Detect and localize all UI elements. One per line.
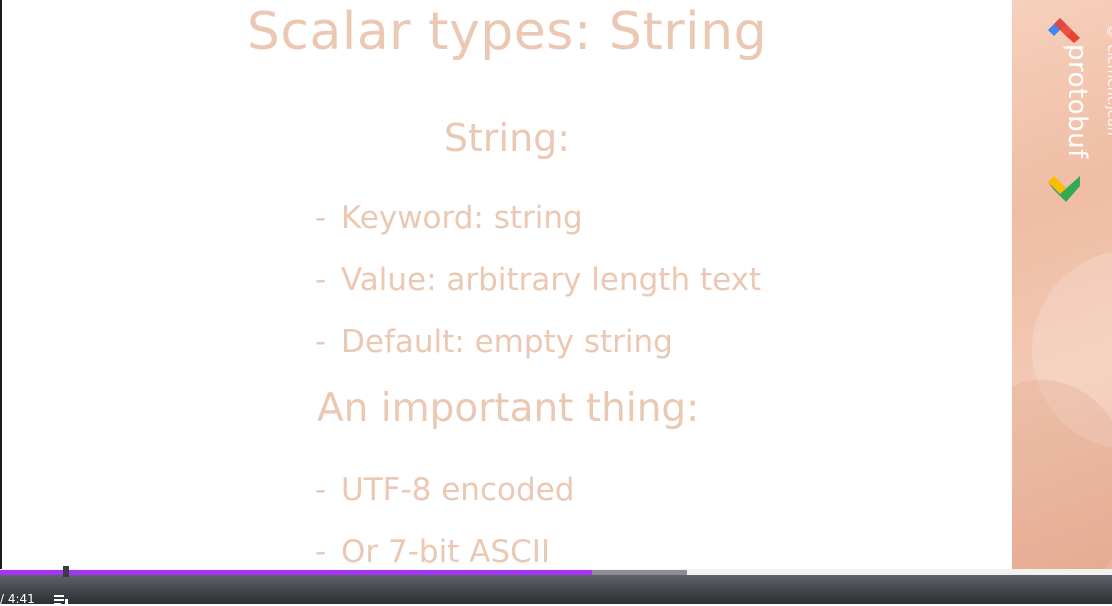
bullet-dash: - xyxy=(315,324,327,360)
slide-title: Scalar types: String xyxy=(246,2,768,62)
bullet-keyword: - Keyword: string xyxy=(315,200,583,236)
slide-subheading: String: xyxy=(443,116,571,160)
bullet-utf8: - UTF-8 encoded xyxy=(315,472,574,508)
control-bar: / 4:41 xyxy=(0,575,1112,606)
bullet-dash: - xyxy=(315,472,327,508)
copyright-notice: © clement.jean xyxy=(1104,24,1112,136)
bullet-text: Or 7-bit ASCII xyxy=(341,534,551,570)
bullet-default: - Default: empty string xyxy=(315,324,673,360)
video-player-controls: / 4:41 xyxy=(0,566,1112,606)
bullet-text: Default: empty string xyxy=(341,324,673,360)
bullet-value: - Value: arbitrary length text xyxy=(315,262,761,298)
protobuf-logo-top-icon xyxy=(1048,18,1080,43)
slide-branding-panel: protobuf © clement.jean xyxy=(1012,0,1112,575)
decorative-shape xyxy=(1012,380,1112,575)
transcript-icon[interactable] xyxy=(54,594,68,606)
bullet-dash: - xyxy=(315,262,327,298)
lecture-slide: Scalar types: String String: - Keyword: s… xyxy=(2,0,1012,575)
progress-marker[interactable] xyxy=(63,566,69,577)
bullet-ascii: - Or 7-bit ASCII xyxy=(315,534,550,570)
bullet-text: UTF-8 encoded xyxy=(341,472,575,508)
bullet-dash: - xyxy=(315,534,327,570)
protobuf-logo-text: protobuf xyxy=(1062,44,1092,159)
bullet-text: Keyword: string xyxy=(341,200,583,236)
important-heading: An important thing: xyxy=(317,386,700,431)
played-progress xyxy=(0,570,592,575)
bullet-dash: - xyxy=(315,200,327,236)
bullet-text: Value: arbitrary length text xyxy=(341,262,762,298)
progress-track[interactable] xyxy=(0,566,1112,577)
protobuf-logo-bottom-icon xyxy=(1048,176,1080,202)
